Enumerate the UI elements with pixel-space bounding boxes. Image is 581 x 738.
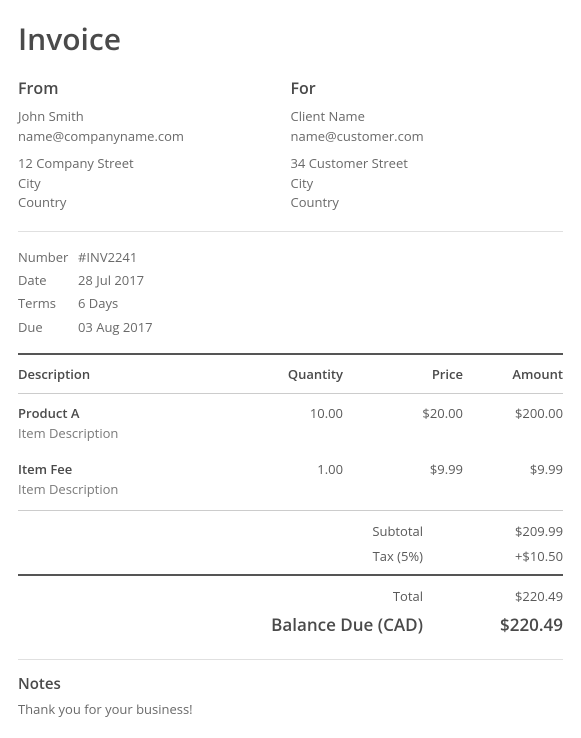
subtotal-label: Subtotal (113, 519, 453, 544)
item-name: Product A (18, 404, 79, 422)
table-row: Product A Item Description 10.00 $20.00 … (18, 394, 563, 451)
col-quantity: Quantity (253, 354, 343, 394)
table-row: Item Fee Item Description 1.00 $9.99 $9.… (18, 450, 563, 506)
items-table: Description Quantity Price Amount Produc… (18, 353, 563, 506)
divider (18, 659, 563, 660)
from-email: name@companyname.com (18, 127, 291, 147)
item-desc: Item Description (18, 422, 253, 448)
for-city: City (291, 174, 564, 194)
for-heading: For (291, 77, 564, 99)
col-amount: Amount (463, 354, 563, 394)
subtotal-value: $209.99 (453, 519, 563, 544)
tax-value: +$10.50 (453, 544, 563, 569)
for-country: Country (291, 193, 564, 213)
meta-due-label: Due (18, 316, 78, 339)
item-qty: 10.00 (253, 394, 343, 451)
tax-label: Tax (5%) (113, 544, 453, 569)
from-name: John Smith (18, 107, 291, 127)
total-label: Total (113, 584, 453, 609)
notes-text: Thank you for your business! (18, 700, 563, 720)
notes-heading: Notes (18, 674, 563, 694)
meta-due-value: 03 Aug 2017 (78, 316, 153, 339)
item-desc: Item Description (18, 478, 253, 504)
meta-terms-value: 6 Days (78, 292, 118, 315)
total-value: $220.49 (453, 584, 563, 609)
item-price: $20.00 (343, 394, 463, 451)
for-name: Client Name (291, 107, 564, 127)
notes-block: Notes Thank you for your business! (18, 674, 563, 720)
totals-block: Subtotal $209.99 Tax (5%) +$10.50 Total … (18, 510, 563, 641)
from-heading: From (18, 77, 291, 99)
divider (18, 231, 563, 232)
from-city: City (18, 174, 291, 194)
item-qty: 1.00 (253, 450, 343, 506)
from-country: Country (18, 193, 291, 213)
meta-number-value: #INV2241 (78, 246, 137, 269)
item-amount: $9.99 (463, 450, 563, 506)
for-block: For Client Name name@customer.com 34 Cus… (291, 77, 564, 213)
page-title: Invoice (18, 18, 563, 59)
for-email: name@customer.com (291, 127, 564, 147)
meta-terms-label: Terms (18, 292, 78, 315)
meta-date-label: Date (18, 269, 78, 292)
from-street: 12 Company Street (18, 154, 291, 174)
balance-label: Balance Due (CAD) (113, 609, 453, 641)
for-street: 34 Customer Street (291, 154, 564, 174)
meta-block: Number #INV2241 Date 28 Jul 2017 Terms 6… (18, 246, 563, 340)
meta-date-value: 28 Jul 2017 (78, 269, 144, 292)
item-amount: $200.00 (463, 394, 563, 451)
from-block: From John Smith name@companyname.com 12 … (18, 77, 291, 213)
balance-value: $220.49 (453, 609, 563, 641)
col-price: Price (343, 354, 463, 394)
item-name: Item Fee (18, 460, 72, 478)
item-price: $9.99 (343, 450, 463, 506)
meta-number-label: Number (18, 246, 78, 269)
col-description: Description (18, 354, 253, 394)
